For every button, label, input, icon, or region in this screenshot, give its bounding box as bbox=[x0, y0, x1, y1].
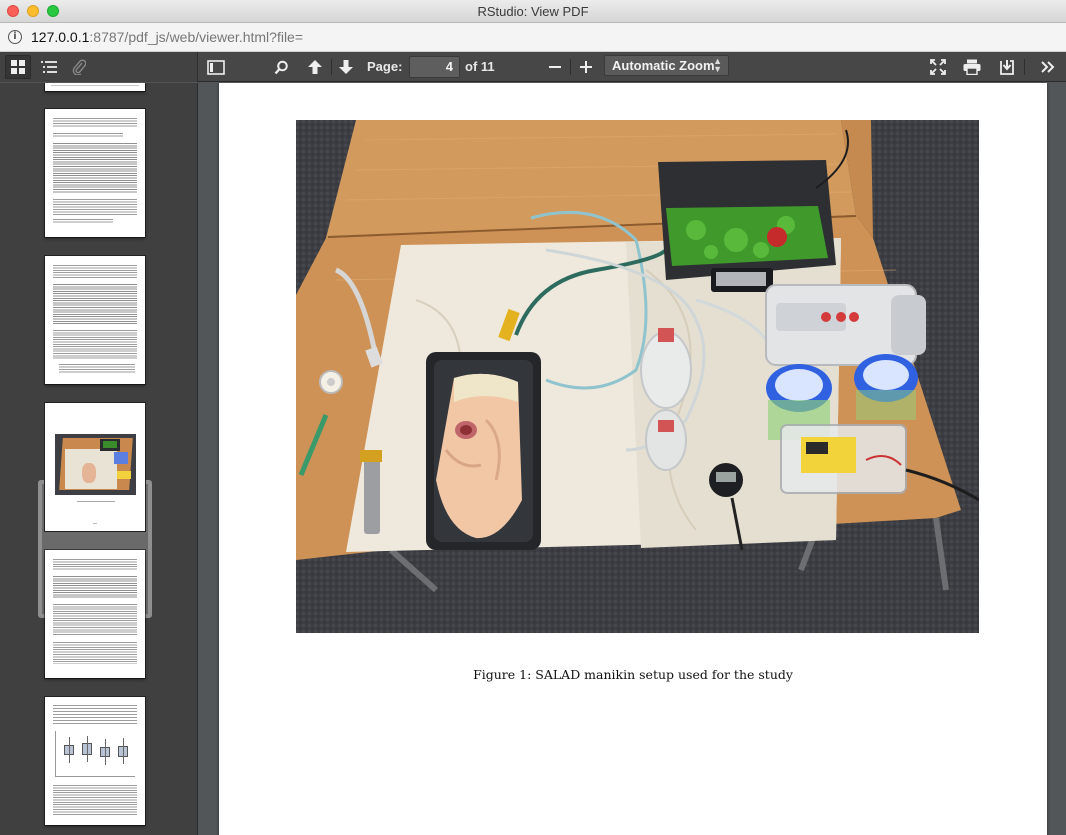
print-icon[interactable] bbox=[959, 55, 985, 79]
toolbar-separator bbox=[1024, 59, 1025, 75]
thumbnail-text-block bbox=[53, 642, 137, 664]
thumbnail-page-5[interactable] bbox=[45, 550, 145, 678]
thumbnail-text-block bbox=[53, 576, 137, 598]
toolbar-separator bbox=[331, 59, 332, 75]
page-label: Page: bbox=[367, 59, 403, 74]
thumbnail-table bbox=[53, 705, 137, 725]
thumbnail-text-line bbox=[51, 85, 139, 86]
window-title: RStudio: View PDF bbox=[477, 4, 589, 19]
thumbnail-page-4[interactable] bbox=[45, 403, 145, 531]
thumbnail-text-block bbox=[53, 133, 123, 138]
thumbnail-page-6[interactable] bbox=[45, 697, 145, 825]
window-minimize-button[interactable] bbox=[27, 5, 39, 17]
thumbnail-text-block bbox=[53, 265, 137, 279]
sidebar-toolbar bbox=[0, 52, 198, 82]
address-bar[interactable]: i 127.0.0.1:8787/pdf_js/web/viewer.html?… bbox=[0, 23, 1066, 52]
zoom-value: Automatic Zoom bbox=[612, 58, 715, 73]
url-path: :8787/pdf_js/web/viewer.html?file= bbox=[89, 29, 304, 45]
thumbnail-figure bbox=[55, 434, 136, 495]
thumbnail-text-block bbox=[53, 284, 137, 324]
figure-photo bbox=[296, 120, 979, 633]
figure-caption: Figure 1: SALAD manikin setup used for t… bbox=[473, 667, 793, 682]
zoom-out-icon[interactable] bbox=[542, 55, 568, 79]
thumbnail-page-number bbox=[93, 523, 97, 524]
presentation-mode-icon[interactable] bbox=[925, 55, 951, 79]
thumbnail-text-block bbox=[53, 199, 137, 215]
window-titlebar: RStudio: View PDF bbox=[0, 0, 1066, 23]
pdf-toolbar: Page: 4 of 11 Automatic Zoom ▲ ▼ bbox=[0, 52, 1066, 82]
grid-view-icon[interactable] bbox=[5, 55, 31, 79]
thumbnail-boxplot bbox=[55, 731, 135, 777]
window-maximize-button[interactable] bbox=[47, 5, 59, 17]
thumbnail-text-block bbox=[53, 118, 137, 128]
pdf-viewer[interactable]: Figure 1: SALAD manikin setup used for t… bbox=[199, 83, 1066, 835]
info-icon[interactable]: i bbox=[8, 30, 22, 44]
sidebar-toggle-icon[interactable] bbox=[203, 55, 229, 79]
thumbnail-text-block bbox=[53, 143, 137, 193]
url-host: 127.0.0.1 bbox=[31, 29, 90, 45]
thumbnail-text-block bbox=[59, 364, 135, 374]
zoom-select[interactable]: Automatic Zoom ▲ ▼ bbox=[604, 55, 729, 76]
attachment-icon[interactable] bbox=[66, 55, 92, 79]
toolbar-separator bbox=[570, 59, 571, 75]
previous-page-icon[interactable] bbox=[302, 55, 328, 79]
search-icon[interactable] bbox=[268, 55, 294, 79]
url-text[interactable]: 127.0.0.1:8787/pdf_js/web/viewer.html?fi… bbox=[31, 23, 303, 52]
zoom-in-icon[interactable] bbox=[573, 55, 599, 79]
thumbnail-text-block bbox=[53, 559, 137, 571]
thumbnail-text-block bbox=[53, 785, 137, 815]
page-count: of 11 bbox=[465, 59, 495, 74]
thumbnail-text-block bbox=[53, 604, 137, 636]
chevron-updown-icon: ▲ ▼ bbox=[713, 56, 722, 74]
thumbnail-page-1[interactable] bbox=[45, 83, 145, 91]
pdf-page: Figure 1: SALAD manikin setup used for t… bbox=[219, 83, 1047, 835]
download-icon[interactable] bbox=[994, 55, 1020, 79]
thumbnail-caption-line bbox=[77, 501, 115, 502]
next-page-icon[interactable] bbox=[333, 55, 359, 79]
window-close-button[interactable] bbox=[7, 5, 19, 17]
thumbnail-sidebar[interactable] bbox=[0, 83, 198, 835]
thumbnail-page-3[interactable] bbox=[45, 256, 145, 384]
thumbnail-text-block bbox=[53, 219, 113, 224]
thumbnail-text-block bbox=[53, 330, 137, 360]
tools-menu-icon[interactable] bbox=[1035, 55, 1061, 79]
page-number-input[interactable]: 4 bbox=[409, 56, 460, 78]
outline-list-icon[interactable] bbox=[36, 55, 62, 79]
thumbnail-page-2[interactable] bbox=[45, 109, 145, 237]
